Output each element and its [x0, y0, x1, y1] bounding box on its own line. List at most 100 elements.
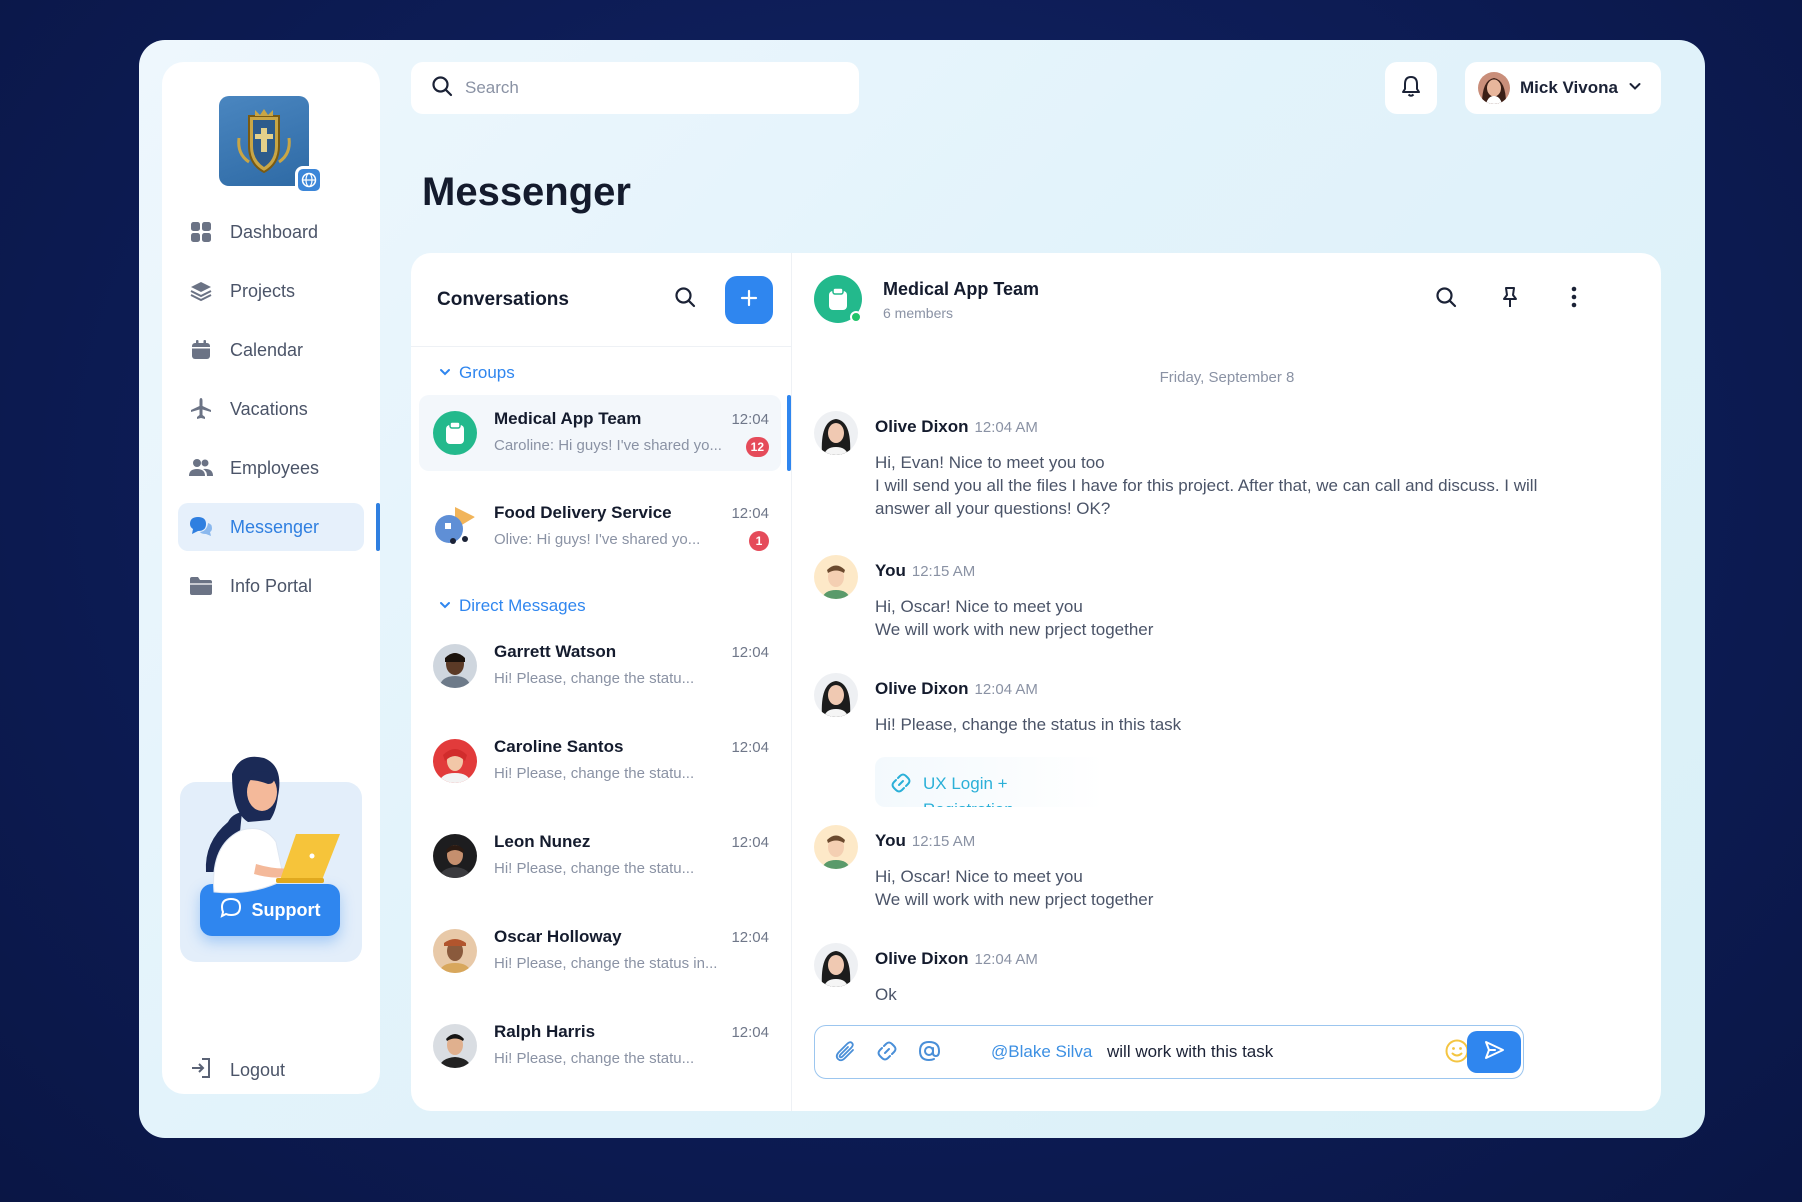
- search-icon: [674, 286, 696, 313]
- sidebar-item-label: Employees: [230, 457, 320, 478]
- message-line: Hi, Oscar! Nice to meet you: [875, 867, 1083, 886]
- avatar: [433, 1024, 477, 1068]
- message-time: 12:04 AM: [974, 681, 1038, 698]
- attach-file-button[interactable]: [831, 1039, 859, 1067]
- more-vertical-icon: [1571, 286, 1577, 313]
- avatar: [433, 644, 477, 688]
- conversation-time: 12:04: [731, 1024, 769, 1041]
- author-name: Olive Dixon: [875, 679, 969, 698]
- chat-members-count: 6 members: [883, 305, 954, 321]
- insert-link-button[interactable]: [873, 1039, 901, 1067]
- sidebar-item-info-portal[interactable]: Info Portal: [178, 562, 364, 610]
- message-time: 12:04 AM: [974, 419, 1038, 436]
- conversation-name: Ralph Harris: [494, 1022, 596, 1041]
- plus-icon: [739, 288, 759, 313]
- conversation-time: 12:04: [731, 929, 769, 946]
- avatar: [814, 555, 858, 599]
- conversation-preview: Hi! Please, change the statu...: [494, 670, 695, 687]
- sidebar-item-dashboard[interactable]: Dashboard: [178, 208, 364, 256]
- author-name: Olive Dixon: [875, 949, 969, 968]
- logout-button[interactable]: Logout: [189, 1056, 285, 1085]
- conversation-time: 12:04: [731, 739, 769, 756]
- sidebar-item-label: Calendar: [230, 339, 304, 360]
- search-bar[interactable]: [411, 62, 859, 114]
- message-line: Hi, Evan! Nice to meet you too: [875, 453, 1105, 472]
- message: You 12:15 AM Hi, Oscar! Nice to meet you …: [814, 555, 1634, 651]
- message-input[interactable]: [1107, 1040, 1437, 1064]
- conversation-item-garrett-watson[interactable]: Garrett Watson 12:04 Hi! Please, change …: [419, 628, 781, 704]
- avatar: [433, 834, 477, 878]
- conversation-name: Caroline Santos: [494, 737, 624, 756]
- notifications-button[interactable]: [1385, 62, 1437, 114]
- sidebar-item-employees[interactable]: Employees: [178, 444, 364, 492]
- message-line: Ok: [875, 985, 897, 1004]
- more-options-button[interactable]: [1556, 281, 1592, 317]
- conversation-item-leon-nunez[interactable]: Leon Nunez 12:04 Hi! Please, change the …: [419, 818, 781, 894]
- conversations-search-button[interactable]: [669, 283, 701, 315]
- message-line: I will send you all the files I have for…: [875, 476, 1538, 518]
- globe-icon: [295, 166, 323, 194]
- send-icon: [1483, 1039, 1505, 1066]
- message-author: You 12:15 AM: [875, 561, 975, 581]
- link-icon: [889, 771, 913, 800]
- food-delivery-icon: [433, 505, 477, 549]
- conversations-title: Conversations: [437, 289, 569, 310]
- message-line: We will work with new prject together: [875, 890, 1154, 909]
- conversation-item-caroline-santos[interactable]: Caroline Santos 12:04 Hi! Please, change…: [419, 723, 781, 799]
- conversation-time: 12:04: [731, 505, 769, 522]
- conversation-name: Leon Nunez: [494, 832, 591, 851]
- conversation-preview: Hi! Please, change the statu...: [494, 1050, 695, 1067]
- mention-tag[interactable]: @Blake Silva: [991, 1042, 1092, 1062]
- sidebar-item-label: Dashboard: [230, 221, 319, 242]
- sidebar-item-messenger[interactable]: Messenger: [178, 503, 380, 551]
- dashboard-icon: [189, 220, 213, 244]
- user-menu[interactable]: Mick Vivona: [1465, 62, 1661, 114]
- pin-button[interactable]: [1492, 281, 1528, 317]
- sidebar-nav: Dashboard Projects Calendar Vacations Em…: [178, 208, 380, 621]
- sidebar-item-projects[interactable]: Projects: [178, 267, 364, 315]
- message-body: Hi, Oscar! Nice to meet you We will work…: [875, 865, 1595, 911]
- conversation-name: Food Delivery Service: [494, 503, 672, 522]
- chat-header: Medical App Team 6 members: [792, 253, 1662, 347]
- date-separator: Friday, September 8: [1159, 369, 1295, 386]
- message-author: You 12:15 AM: [875, 831, 975, 851]
- at-sign-icon: [917, 1039, 941, 1068]
- messenger-panel: Conversations Groups Medical App Team 12…: [411, 253, 1661, 1111]
- calendar-icon: [189, 338, 213, 362]
- search-input[interactable]: [465, 78, 825, 98]
- support-label: Support: [251, 899, 321, 920]
- direct-messages-section-toggle[interactable]: Direct Messages: [439, 596, 586, 616]
- chevron-down-icon: [439, 363, 451, 383]
- sidebar: Dashboard Projects Calendar Vacations Em…: [162, 62, 380, 1094]
- layers-icon: [189, 279, 213, 303]
- conversation-item-medical-app-team[interactable]: Medical App Team 12:04 Caroline: Hi guys…: [419, 395, 781, 471]
- conversation-item-ralph-harris[interactable]: Ralph Harris 12:04 Hi! Please, change th…: [419, 1008, 781, 1084]
- new-conversation-button[interactable]: [725, 276, 773, 324]
- users-icon: [189, 456, 213, 480]
- university-logo[interactable]: [219, 96, 323, 194]
- groups-section-toggle[interactable]: Groups: [439, 363, 515, 383]
- search-icon: [431, 75, 453, 102]
- message-body: Hi, Oscar! Nice to meet you We will work…: [875, 595, 1595, 641]
- chat-icon: [189, 515, 213, 539]
- user-name: Mick Vivona: [1520, 78, 1618, 97]
- conversation-preview: Caroline: Hi guys! I've shared yo...: [494, 437, 722, 454]
- send-button[interactable]: [1467, 1031, 1521, 1073]
- message-line: Hi, Oscar! Nice to meet you: [875, 597, 1083, 616]
- logout-icon: [189, 1056, 213, 1085]
- conversation-time: 12:04: [731, 834, 769, 851]
- groups-label: Groups: [459, 363, 515, 382]
- avatar: [814, 825, 858, 869]
- message-body: Ok: [875, 983, 1595, 1006]
- mention-button[interactable]: [915, 1039, 943, 1067]
- conversation-name: Garrett Watson: [494, 642, 617, 661]
- task-link-attachment[interactable]: UX Login + Registration: [875, 757, 1105, 807]
- conversation-item-oscar-holloway[interactable]: Oscar Holloway 12:04 Hi! Please, change …: [419, 913, 781, 989]
- sidebar-item-calendar[interactable]: Calendar: [178, 326, 364, 374]
- chat-search-button[interactable]: [1428, 281, 1464, 317]
- conversation-item-food-delivery-service[interactable]: Food Delivery Service 12:04 Olive: Hi gu…: [419, 489, 781, 565]
- message: Olive Dixon 12:04 AM Ok: [814, 943, 1634, 1013]
- clipboard-icon: [814, 275, 862, 323]
- conversations-panel: Conversations Groups Medical App Team 12…: [411, 253, 791, 1111]
- sidebar-item-vacations[interactable]: Vacations: [178, 385, 364, 433]
